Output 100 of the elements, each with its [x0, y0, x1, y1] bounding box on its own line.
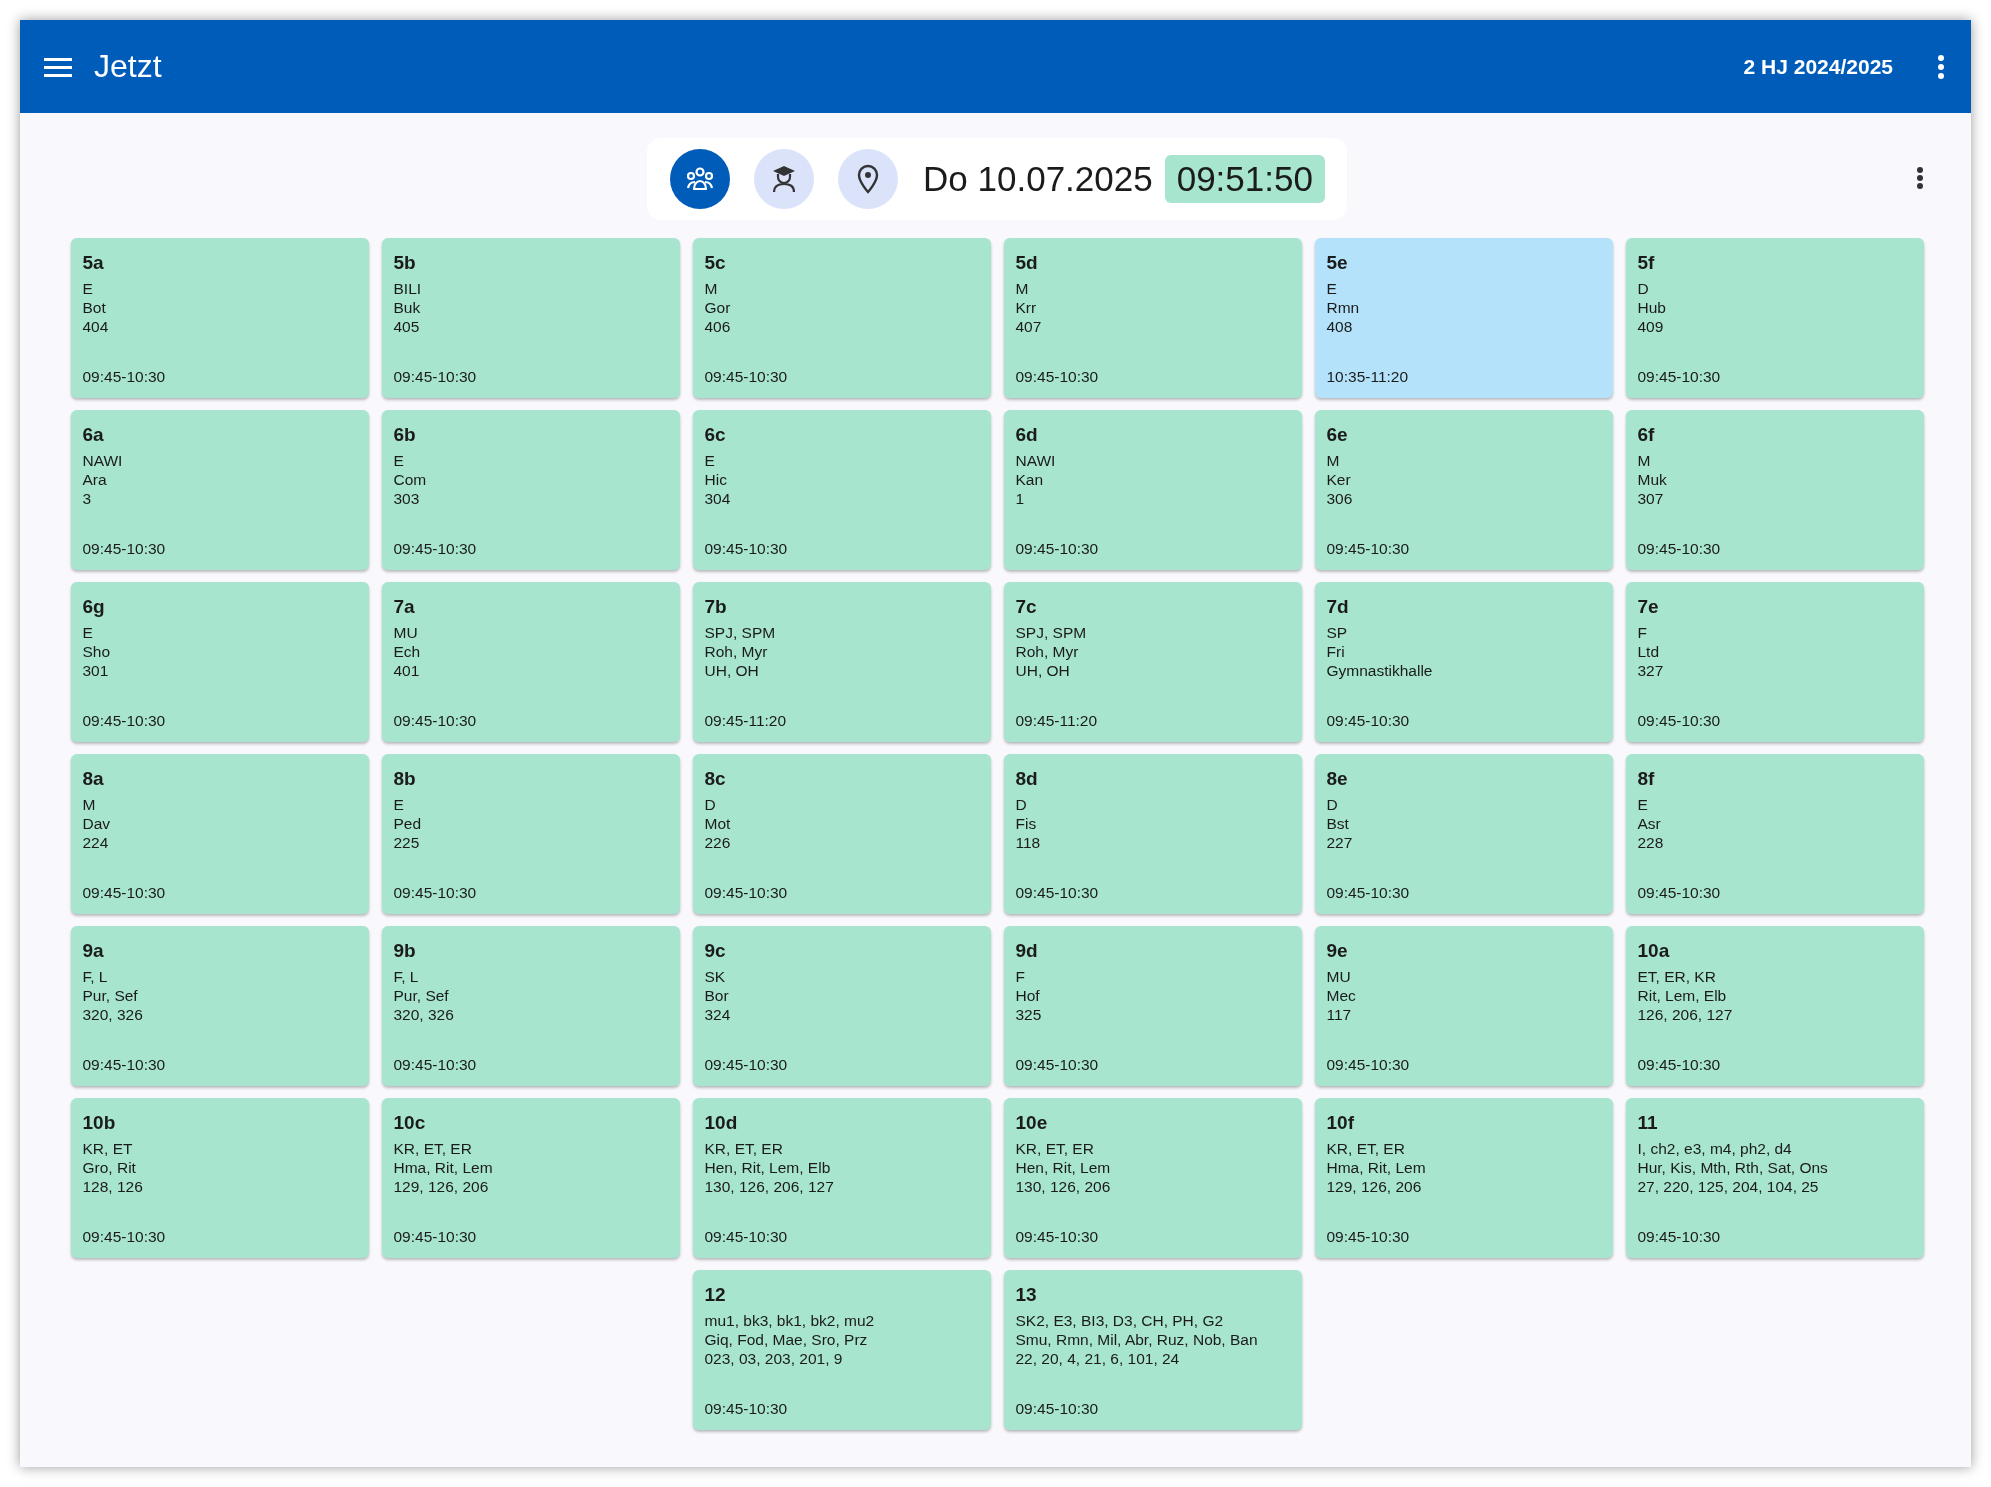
teacher-text: Hof — [1015, 986, 1041, 1005]
class-card[interactable]: 7e F Ltd 327 09:45-10:30 — [1625, 582, 1924, 742]
class-card[interactable]: 9c SK Bor 324 09:45-10:30 — [692, 926, 991, 1086]
class-card[interactable]: 7a MU Ech 401 09:45-10:30 — [381, 582, 680, 742]
class-card[interactable]: 6d NAWI Kan 1 09:45-10:30 — [1003, 410, 1302, 570]
teacher-text: Dav — [82, 814, 112, 833]
teacher-text: Ara — [82, 470, 108, 489]
class-card[interactable]: 5a E Bot 404 09:45-10:30 — [70, 238, 369, 398]
class-name: 8d — [1015, 768, 1039, 790]
class-card[interactable]: 8a M Dav 224 09:45-10:30 — [70, 754, 369, 914]
lesson-time: 09:45-10:30 — [1637, 1056, 1722, 1074]
room-text: 128, 126 — [82, 1177, 144, 1196]
room-text: 404 — [82, 317, 110, 336]
current-time: 09:51:50 — [1164, 155, 1325, 203]
group-icon — [685, 166, 716, 192]
class-card[interactable]: 11 I, ch2, e3, m4, ph2, d4 Hur, Kis, Mth, Rth, Sat, Ons 27, 220, 125, 204, 104, 25 09:45-10:30 — [1625, 1098, 1924, 1258]
lesson-time: 09:45-10:30 — [1015, 884, 1100, 902]
teacher-text: Bor — [704, 986, 730, 1005]
teacher-text: Ker — [1326, 470, 1352, 489]
subject-text: KR, ET — [82, 1139, 134, 1158]
class-name: 10f — [1326, 1112, 1355, 1134]
room-text: 117 — [1326, 1005, 1353, 1024]
subject-text: SP — [1326, 623, 1349, 642]
class-card[interactable]: 5d M Krr 407 09:45-10:30 — [1003, 238, 1302, 398]
room-text: 304 — [704, 489, 732, 508]
room-text: 226 — [704, 833, 732, 852]
subject-text: D — [1015, 795, 1028, 814]
class-card[interactable]: 9d F Hof 325 09:45-10:30 — [1003, 926, 1302, 1086]
more-options-icon[interactable] — [1916, 166, 1924, 190]
teacher-text: Ltd — [1637, 642, 1661, 661]
class-card[interactable]: 7c SPJ, SPM Roh, Myr UH, OH 09:45-11:20 — [1003, 582, 1302, 742]
teacher-text: Hub — [1637, 298, 1667, 317]
room-text: 126, 206, 127 — [1637, 1005, 1734, 1024]
lesson-time: 09:45-10:30 — [1637, 1228, 1722, 1246]
class-card[interactable]: 6e M Ker 306 09:45-10:30 — [1314, 410, 1613, 570]
room-text: 324 — [704, 1005, 732, 1024]
room-text: 320, 326 — [82, 1005, 144, 1024]
class-card[interactable]: 8e D Bst 227 09:45-10:30 — [1314, 754, 1613, 914]
class-card[interactable]: 13 SK2, E3, BI3, D3, CH, PH, G2 Smu, Rmn, Mil, Abr, Ruz, Nob, Ban 22, 20, 4, 21, 6, 101, 24 09:45-10:30 — [1003, 1270, 1302, 1430]
class-name: 8f — [1637, 768, 1656, 790]
lesson-time: 09:45-10:30 — [1326, 1056, 1411, 1074]
class-card[interactable]: 10d KR, ET, ER Hen, Rit, Lem, Elb 130, 126, 206, 127 09:45-10:30 — [692, 1098, 991, 1258]
class-card[interactable]: 5e E Rmn 408 10:35-11:20 — [1314, 238, 1613, 398]
subject-text: M — [1637, 451, 1652, 470]
room-text: 401 — [393, 661, 421, 680]
subject-text: D — [1326, 795, 1339, 814]
room-text: 306 — [1326, 489, 1354, 508]
room-text: 307 — [1637, 489, 1665, 508]
class-card[interactable]: 10b KR, ET Gro, Rit 128, 126 09:45-10:30 — [70, 1098, 369, 1258]
teacher-text: Pur, Sef — [82, 986, 139, 1005]
class-card[interactable]: 5f D Hub 409 09:45-10:30 — [1625, 238, 1924, 398]
room-text: 407 — [1015, 317, 1043, 336]
class-card[interactable]: 12 mu1, bk3, bk1, bk2, mu2 Giq, Fod, Mae, Sro, Prz 023, 03, 203, 201, 9 09:45-10:30 — [692, 1270, 991, 1430]
teacher-text: Krr — [1015, 298, 1038, 317]
class-card[interactable]: 9e MU Mec 117 09:45-10:30 — [1314, 926, 1613, 1086]
class-card[interactable]: 8d D Fis 118 09:45-10:30 — [1003, 754, 1302, 914]
room-text: 023, 03, 203, 201, 9 — [704, 1349, 844, 1368]
class-card[interactable]: 6f M Muk 307 09:45-10:30 — [1625, 410, 1924, 570]
class-card[interactable]: 9a F, L Pur, Sef 320, 326 09:45-10:30 — [70, 926, 369, 1086]
subject-text: KR, ET, ER — [1015, 1139, 1095, 1158]
room-text: UH, OH — [1015, 661, 1071, 680]
lesson-time: 09:45-10:30 — [1637, 540, 1722, 558]
subject-text: SPJ, SPM — [1015, 623, 1088, 642]
class-name: 10b — [82, 1112, 117, 1134]
class-card[interactable]: 7b SPJ, SPM Roh, Myr UH, OH 09:45-11:20 — [692, 582, 991, 742]
class-card[interactable]: 10e KR, ET, ER Hen, Rit, Lem 130, 126, 206 09:45-10:30 — [1003, 1098, 1302, 1258]
class-name: 5f — [1637, 252, 1656, 274]
subject-text: F — [1637, 623, 1648, 642]
class-card[interactable]: 8c D Mot 226 09:45-10:30 — [692, 754, 991, 914]
class-card[interactable]: 10c KR, ET, ER Hma, Rit, Lem 129, 126, 206 09:45-10:30 — [381, 1098, 680, 1258]
subject-text: NAWI — [82, 451, 124, 470]
subject-text: E — [82, 623, 94, 642]
class-card[interactable]: 5b BILI Buk 405 09:45-10:30 — [381, 238, 680, 398]
class-card[interactable]: 10a ET, ER, KR Rit, Lem, Elb 126, 206, 127 09:45-10:30 — [1625, 926, 1924, 1086]
menu-icon[interactable] — [44, 55, 72, 78]
room-text: 408 — [1326, 317, 1354, 336]
class-card[interactable]: 6c E Hic 304 09:45-10:30 — [692, 410, 991, 570]
class-card[interactable]: 6g E Sho 301 09:45-10:30 — [70, 582, 369, 742]
room-text: 129, 126, 206 — [393, 1177, 490, 1196]
class-name: 9c — [704, 940, 727, 962]
class-name: 6g — [82, 596, 106, 618]
subject-text: BILI — [393, 279, 423, 298]
lesson-time: 09:45-10:30 — [1326, 884, 1411, 902]
class-card[interactable]: 6a NAWI Ara 3 09:45-10:30 — [70, 410, 369, 570]
room-text: 130, 126, 206, 127 — [704, 1177, 835, 1196]
class-card[interactable]: 5c M Gor 406 09:45-10:30 — [692, 238, 991, 398]
class-name: 12 — [704, 1284, 727, 1306]
subject-text: E — [82, 279, 94, 298]
class-card[interactable]: 8b E Ped 225 09:45-10:30 — [381, 754, 680, 914]
class-card[interactable]: 8f E Asr 228 09:45-10:30 — [1625, 754, 1924, 914]
lesson-time: 09:45-10:30 — [1637, 712, 1722, 730]
class-card[interactable]: 10f KR, ET, ER Hma, Rit, Lem 129, 126, 206 09:45-10:30 — [1314, 1098, 1613, 1258]
subject-text: KR, ET, ER — [393, 1139, 473, 1158]
class-card[interactable]: 6b E Com 303 09:45-10:30 — [381, 410, 680, 570]
room-text: 129, 126, 206 — [1326, 1177, 1423, 1196]
more-options-icon[interactable] — [1937, 53, 1945, 80]
class-card[interactable]: 7d SP Fri Gymnastikhalle 09:45-10:30 — [1314, 582, 1613, 742]
room-text: 303 — [393, 489, 421, 508]
teacher-text: Hur, Kis, Mth, Rth, Sat, Ons — [1637, 1158, 1829, 1177]
class-card[interactable]: 9b F, L Pur, Sef 320, 326 09:45-10:30 — [381, 926, 680, 1086]
